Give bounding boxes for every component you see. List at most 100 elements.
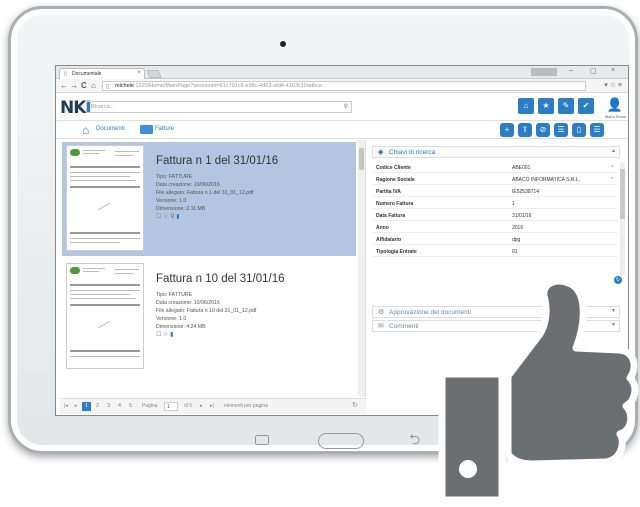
home-icon[interactable]: ⌂ (82, 123, 89, 137)
add-button[interactable]: + (500, 123, 514, 137)
property-value[interactable]: 01 (512, 249, 518, 255)
breadcrumb-documents[interactable]: Documenti (96, 126, 125, 132)
property-value[interactable]: ABACO INFORMATICA S.R.L. (512, 177, 580, 183)
document-actions: ☐ ☆ ⚲ ▮ (156, 213, 180, 220)
page-label: Pagina (142, 403, 158, 409)
clear-icon[interactable]: × (611, 176, 614, 182)
search-keys-header[interactable]: ◆ Chiavi di ricerca ▲ (372, 146, 620, 158)
browser-menu-icons[interactable]: ▾ ☆ ≡ (604, 81, 622, 89)
document-size: Dimensione: 4.24 MB (156, 324, 206, 330)
property-row: Affidatario dpg (372, 235, 618, 245)
window-user-badge (531, 68, 557, 76)
document-title[interactable]: Fattura n 10 del 31/01/16 (156, 273, 285, 285)
page-4-button[interactable]: 4 (115, 402, 124, 411)
favorites-button[interactable]: ★ (538, 98, 554, 114)
close-tab-icon[interactable]: × (137, 70, 141, 76)
maximize-button[interactable]: ▢ (590, 67, 597, 75)
properties-scrollbar[interactable] (620, 163, 625, 275)
camera-icon (280, 41, 286, 47)
scrollbar-thumb[interactable] (359, 148, 364, 170)
first-page-button[interactable]: |◂ (64, 403, 68, 409)
list-item[interactable]: Fattura n 1 del 31/01/16 Tipo: FATTURE D… (62, 142, 356, 256)
property-value[interactable]: 2016 (512, 225, 523, 231)
clear-icon[interactable]: × (611, 164, 614, 170)
list-scrollbar[interactable] (358, 140, 365, 397)
document-title[interactable]: Fattura n 1 del 31/01/16 (156, 155, 278, 167)
next-page-button[interactable]: ▸ (200, 403, 203, 409)
page-1-button[interactable]: 1 (82, 402, 91, 411)
comments-icon: ✉ (378, 323, 384, 330)
user-name: Mario Rossi (604, 114, 626, 119)
menu-button[interactable]: ☰ (590, 123, 604, 137)
refresh-icon[interactable]: ↻ (352, 401, 358, 409)
document-type: Tipo: FATTURE (156, 174, 193, 180)
page-input[interactable]: 1 (164, 402, 178, 411)
folder-icon (140, 125, 153, 134)
document-type: Tipo: FATTURE (156, 292, 193, 298)
user-icon[interactable]: 👤 (607, 97, 623, 113)
property-key: Codice Cliente (376, 165, 411, 171)
scrollbar-thumb[interactable] (620, 169, 625, 219)
document-file: File allegato: Fattura n 10 del 31_01_12… (156, 308, 257, 314)
checkbox-icon[interactable]: ☐ (156, 214, 161, 220)
property-key: Affidatario (376, 237, 401, 243)
browser-tab[interactable]: ▯ Documentale × (59, 68, 145, 79)
property-row: Numero Fattura 1 (372, 199, 618, 209)
property-value[interactable]: 1 (512, 201, 515, 207)
recent-apps-icon[interactable] (255, 435, 269, 445)
minimize-button[interactable]: – (569, 67, 573, 74)
document-size: Dimensione: 2.11 MB (156, 206, 206, 212)
close-window-button[interactable]: × (611, 67, 615, 74)
pagination: |◂ ◂ 1 2 3 4 5 Pagina 1 di 5 ▸ ▸| elemen… (60, 398, 366, 414)
page-2-button[interactable]: 2 (93, 402, 102, 411)
url-host: michele (115, 83, 134, 89)
property-value[interactable]: IE52538714 (512, 189, 539, 195)
new-tab-button[interactable] (146, 70, 162, 78)
back-arrow-icon[interactable]: ← (60, 81, 68, 90)
property-value[interactable]: ABE001 (512, 165, 530, 171)
reload-icon[interactable]: C (81, 81, 87, 90)
home-button[interactable]: ⌂ (518, 98, 534, 114)
last-page-button[interactable]: ▸| (210, 403, 214, 409)
prev-page-button[interactable]: ◂ (74, 403, 77, 409)
tag-icon: ◆ (378, 149, 384, 156)
document-version: Versione: 1.0 (156, 316, 187, 322)
tasks-button[interactable]: ✔ (578, 98, 594, 114)
bookmark-button[interactable]: ▯ (572, 123, 586, 137)
attachment-icon[interactable]: ▮ (176, 214, 179, 220)
upload-button[interactable]: ⇪ (518, 123, 532, 137)
edit-button[interactable]: ✎ (558, 98, 574, 114)
forward-arrow-icon[interactable]: → (70, 81, 78, 90)
page-5-button[interactable]: 5 (126, 402, 135, 411)
breadcrumb-folder[interactable]: Fatture (155, 126, 174, 132)
document-version: Versione: 1.0 (156, 198, 187, 204)
browser-titlebar: ▯ Documentale × – ▢ × (56, 66, 628, 79)
block-button[interactable]: ⊘ (536, 123, 550, 137)
lock-icon[interactable]: ⚲ (170, 214, 174, 220)
page-3-button[interactable]: 3 (104, 402, 113, 411)
page-total: di 5 (184, 403, 193, 409)
home-hardware-button[interactable] (318, 433, 364, 449)
property-row: Anno 2016 (372, 223, 618, 233)
property-value[interactable]: 31/01/16 (512, 213, 531, 219)
document-thumbnail[interactable] (66, 263, 144, 369)
property-row: Data Fattura 31/01/16 (372, 211, 618, 221)
attachment-icon[interactable]: ▮ (170, 332, 173, 338)
property-value[interactable]: dpg (512, 237, 520, 243)
checkbox-icon[interactable]: ☐ (156, 332, 161, 338)
star-icon[interactable]: ☆ (163, 214, 168, 220)
search-icon[interactable]: ⚲ (344, 103, 348, 110)
star-icon[interactable]: ☆ (163, 332, 168, 338)
property-key: Partita IVA (376, 189, 401, 195)
address-bar-row: ← → C ⌂ ▯ michele:1320/Home/MainPage?ses… (56, 79, 628, 93)
chevron-up-icon[interactable]: ▲ (611, 148, 616, 154)
list-view-button[interactable]: ☰ (554, 123, 568, 137)
property-key: Data Fattura (376, 213, 406, 219)
home-icon[interactable]: ⌂ (91, 81, 96, 90)
list-item[interactable]: Fattura n 10 del 31/01/16 Tipo: FATTURE … (62, 260, 356, 374)
search-input[interactable]: Ricerca... ⚲ (86, 101, 352, 113)
url-input[interactable]: ▯ michele:1320/Home/MainPage?sessionId=6… (102, 81, 586, 91)
document-thumbnail[interactable] (66, 145, 144, 251)
property-row: Codice Cliente ABE001 × (372, 163, 618, 173)
document-list: Fattura n 1 del 31/01/16 Tipo: FATTURE D… (60, 140, 366, 397)
